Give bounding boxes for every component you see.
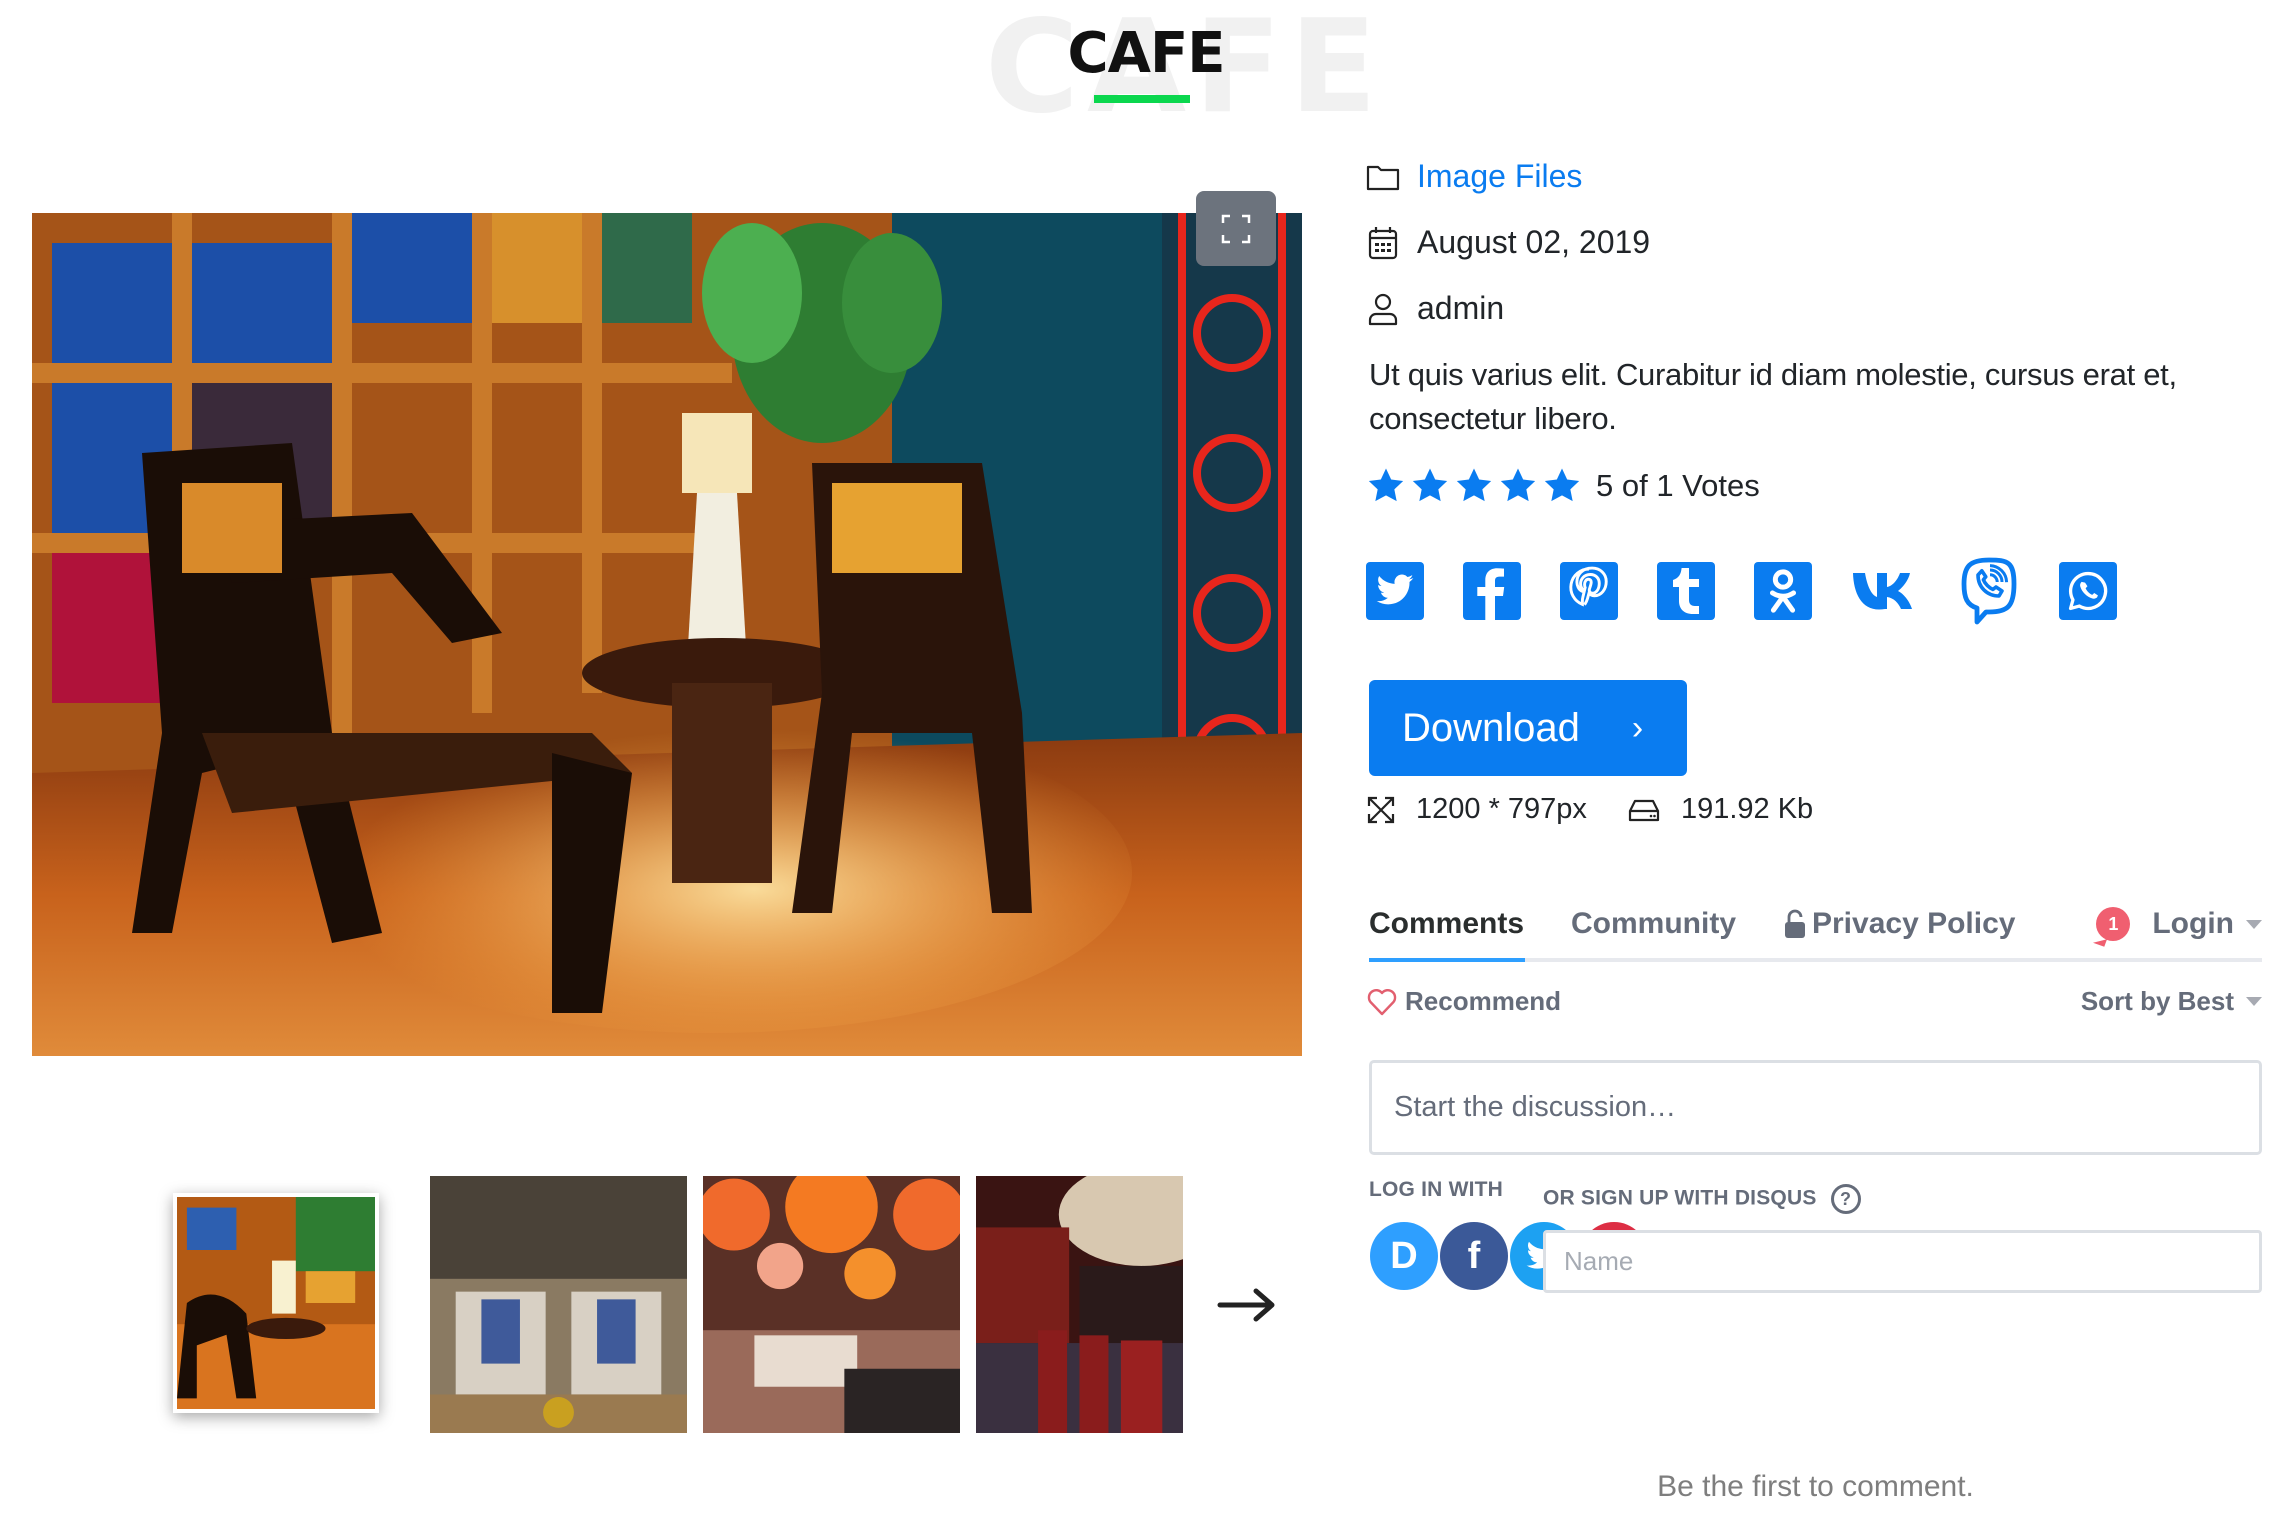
active-tab-indicator bbox=[1369, 958, 1525, 962]
hard-drive-icon bbox=[1628, 799, 1660, 821]
sign-up-label-row: OR SIGN UP WITH DISQUS ? bbox=[1543, 1184, 1861, 1214]
login-menu[interactable]: 1 Login bbox=[2096, 900, 2262, 948]
comments-tabs: Comments Community Privacy Policy 1 Logi… bbox=[1369, 900, 2262, 962]
share-whatsapp-button[interactable] bbox=[2059, 562, 2117, 620]
share-buttons bbox=[1366, 556, 2117, 626]
facebook-icon: f bbox=[1467, 1234, 1481, 1277]
thumbnail-4[interactable] bbox=[976, 1176, 1183, 1433]
sign-up-label: OR SIGN UP WITH DISQUS bbox=[1543, 1186, 1817, 1210]
title-underline bbox=[1094, 95, 1190, 103]
twitter-icon bbox=[1376, 574, 1414, 605]
help-icon[interactable]: ? bbox=[1830, 1184, 1861, 1214]
thumbnail-3[interactable] bbox=[703, 1176, 960, 1433]
author-name: admin bbox=[1417, 290, 1505, 326]
chevron-right-icon: › bbox=[1631, 708, 1644, 747]
login-label: Login bbox=[2152, 907, 2234, 940]
star-icon[interactable] bbox=[1366, 466, 1406, 506]
thumbnail-image bbox=[703, 1176, 960, 1433]
download-label: Download bbox=[1402, 705, 1580, 750]
sort-label: Sort by Best bbox=[2080, 986, 2234, 1016]
odnoklassniki-icon bbox=[1769, 569, 1797, 613]
recommend-label: Recommend bbox=[1405, 986, 1562, 1016]
tab-community[interactable]: Community bbox=[1571, 900, 1736, 948]
sort-dropdown[interactable]: Sort by Best bbox=[2081, 986, 2262, 1017]
share-viber-button[interactable] bbox=[1958, 556, 2020, 626]
thumbnail-image bbox=[430, 1176, 687, 1433]
tab-comments[interactable]: Comments bbox=[1369, 900, 1524, 948]
share-tumblr-button[interactable] bbox=[1657, 562, 1715, 620]
fullscreen-button[interactable] bbox=[1196, 191, 1276, 266]
expand-icon bbox=[1367, 796, 1395, 823]
main-image[interactable] bbox=[32, 213, 1302, 1056]
thumbnail-image bbox=[976, 1176, 1183, 1433]
comment-placeholder: Start the discussion… bbox=[1394, 1091, 1677, 1123]
category-link[interactable]: Image Files bbox=[1417, 158, 1582, 195]
thumbnail-1[interactable] bbox=[173, 1193, 379, 1413]
calendar-icon bbox=[1365, 225, 1401, 261]
login-facebook-button[interactable]: f bbox=[1440, 1222, 1508, 1290]
lock-icon bbox=[1785, 909, 1805, 938]
image-dimensions: 1200 * 797px bbox=[1416, 793, 1587, 825]
page-title: CAFE bbox=[1067, 21, 1226, 86]
next-thumbnails-button[interactable] bbox=[1216, 1285, 1280, 1325]
star-icon[interactable] bbox=[1410, 466, 1450, 506]
image-description: Ut quis varius elit. Curabitur id diam m… bbox=[1369, 357, 2177, 436]
file-size: 191.92 Kb bbox=[1680, 793, 1814, 825]
thumbnail-2[interactable] bbox=[430, 1176, 687, 1433]
arrow-right-icon bbox=[1217, 1288, 1275, 1322]
notification-badge: 1 bbox=[2096, 907, 2131, 941]
download-button[interactable]: Download › bbox=[1369, 680, 1687, 776]
star-rating[interactable]: 5 of 1 Votes bbox=[1366, 466, 1760, 506]
share-pinterest-button[interactable] bbox=[1560, 562, 1618, 620]
name-field[interactable] bbox=[1543, 1230, 2262, 1293]
share-odnoklassniki-button[interactable] bbox=[1754, 562, 1812, 620]
fullscreen-icon bbox=[1221, 214, 1251, 243]
whatsapp-icon bbox=[2068, 571, 2108, 611]
heart-icon bbox=[1367, 988, 1397, 1015]
pinterest-icon bbox=[1569, 566, 1608, 607]
folder-icon bbox=[1365, 159, 1401, 195]
date-row: August 02, 2019 bbox=[1365, 224, 1650, 261]
file-meta: 1200 * 797px 191.92 Kb bbox=[1366, 793, 1813, 826]
thumbnail-image bbox=[177, 1197, 375, 1409]
tab-privacy-policy-label: Privacy Policy bbox=[1812, 907, 2016, 940]
log-in-with-label: LOG IN WITH bbox=[1369, 1178, 1504, 1201]
facebook-icon bbox=[1477, 568, 1505, 620]
comment-textarea[interactable]: Start the discussion… bbox=[1369, 1060, 2262, 1155]
caret-down-icon bbox=[2246, 997, 2262, 1006]
viber-icon bbox=[1961, 557, 2017, 625]
star-icon[interactable] bbox=[1498, 466, 1538, 506]
login-disqus-button[interactable]: D bbox=[1370, 1222, 1438, 1290]
empty-comments-message: Be the first to comment. bbox=[1657, 1470, 1974, 1503]
star-icon[interactable] bbox=[1542, 466, 1582, 506]
user-icon bbox=[1365, 291, 1401, 327]
star-icon[interactable] bbox=[1454, 466, 1494, 506]
share-twitter-button[interactable] bbox=[1366, 562, 1424, 620]
author-row: admin bbox=[1365, 290, 1504, 327]
share-facebook-button[interactable] bbox=[1463, 562, 1521, 620]
tab-privacy-policy[interactable]: Privacy Policy bbox=[1784, 900, 2015, 948]
caret-down-icon bbox=[2246, 919, 2262, 929]
share-vk-button[interactable] bbox=[1851, 562, 1919, 620]
tumblr-icon bbox=[1673, 568, 1699, 614]
recommend-button[interactable]: Recommend bbox=[1367, 986, 1561, 1017]
rating-text: 5 of 1 Votes bbox=[1596, 468, 1760, 503]
disqus-icon: D bbox=[1390, 1234, 1418, 1277]
category-row: Image Files bbox=[1365, 158, 1582, 195]
main-image-graphic bbox=[32, 213, 1302, 1056]
post-date: August 02, 2019 bbox=[1417, 224, 1651, 260]
vk-icon bbox=[1853, 573, 1912, 610]
